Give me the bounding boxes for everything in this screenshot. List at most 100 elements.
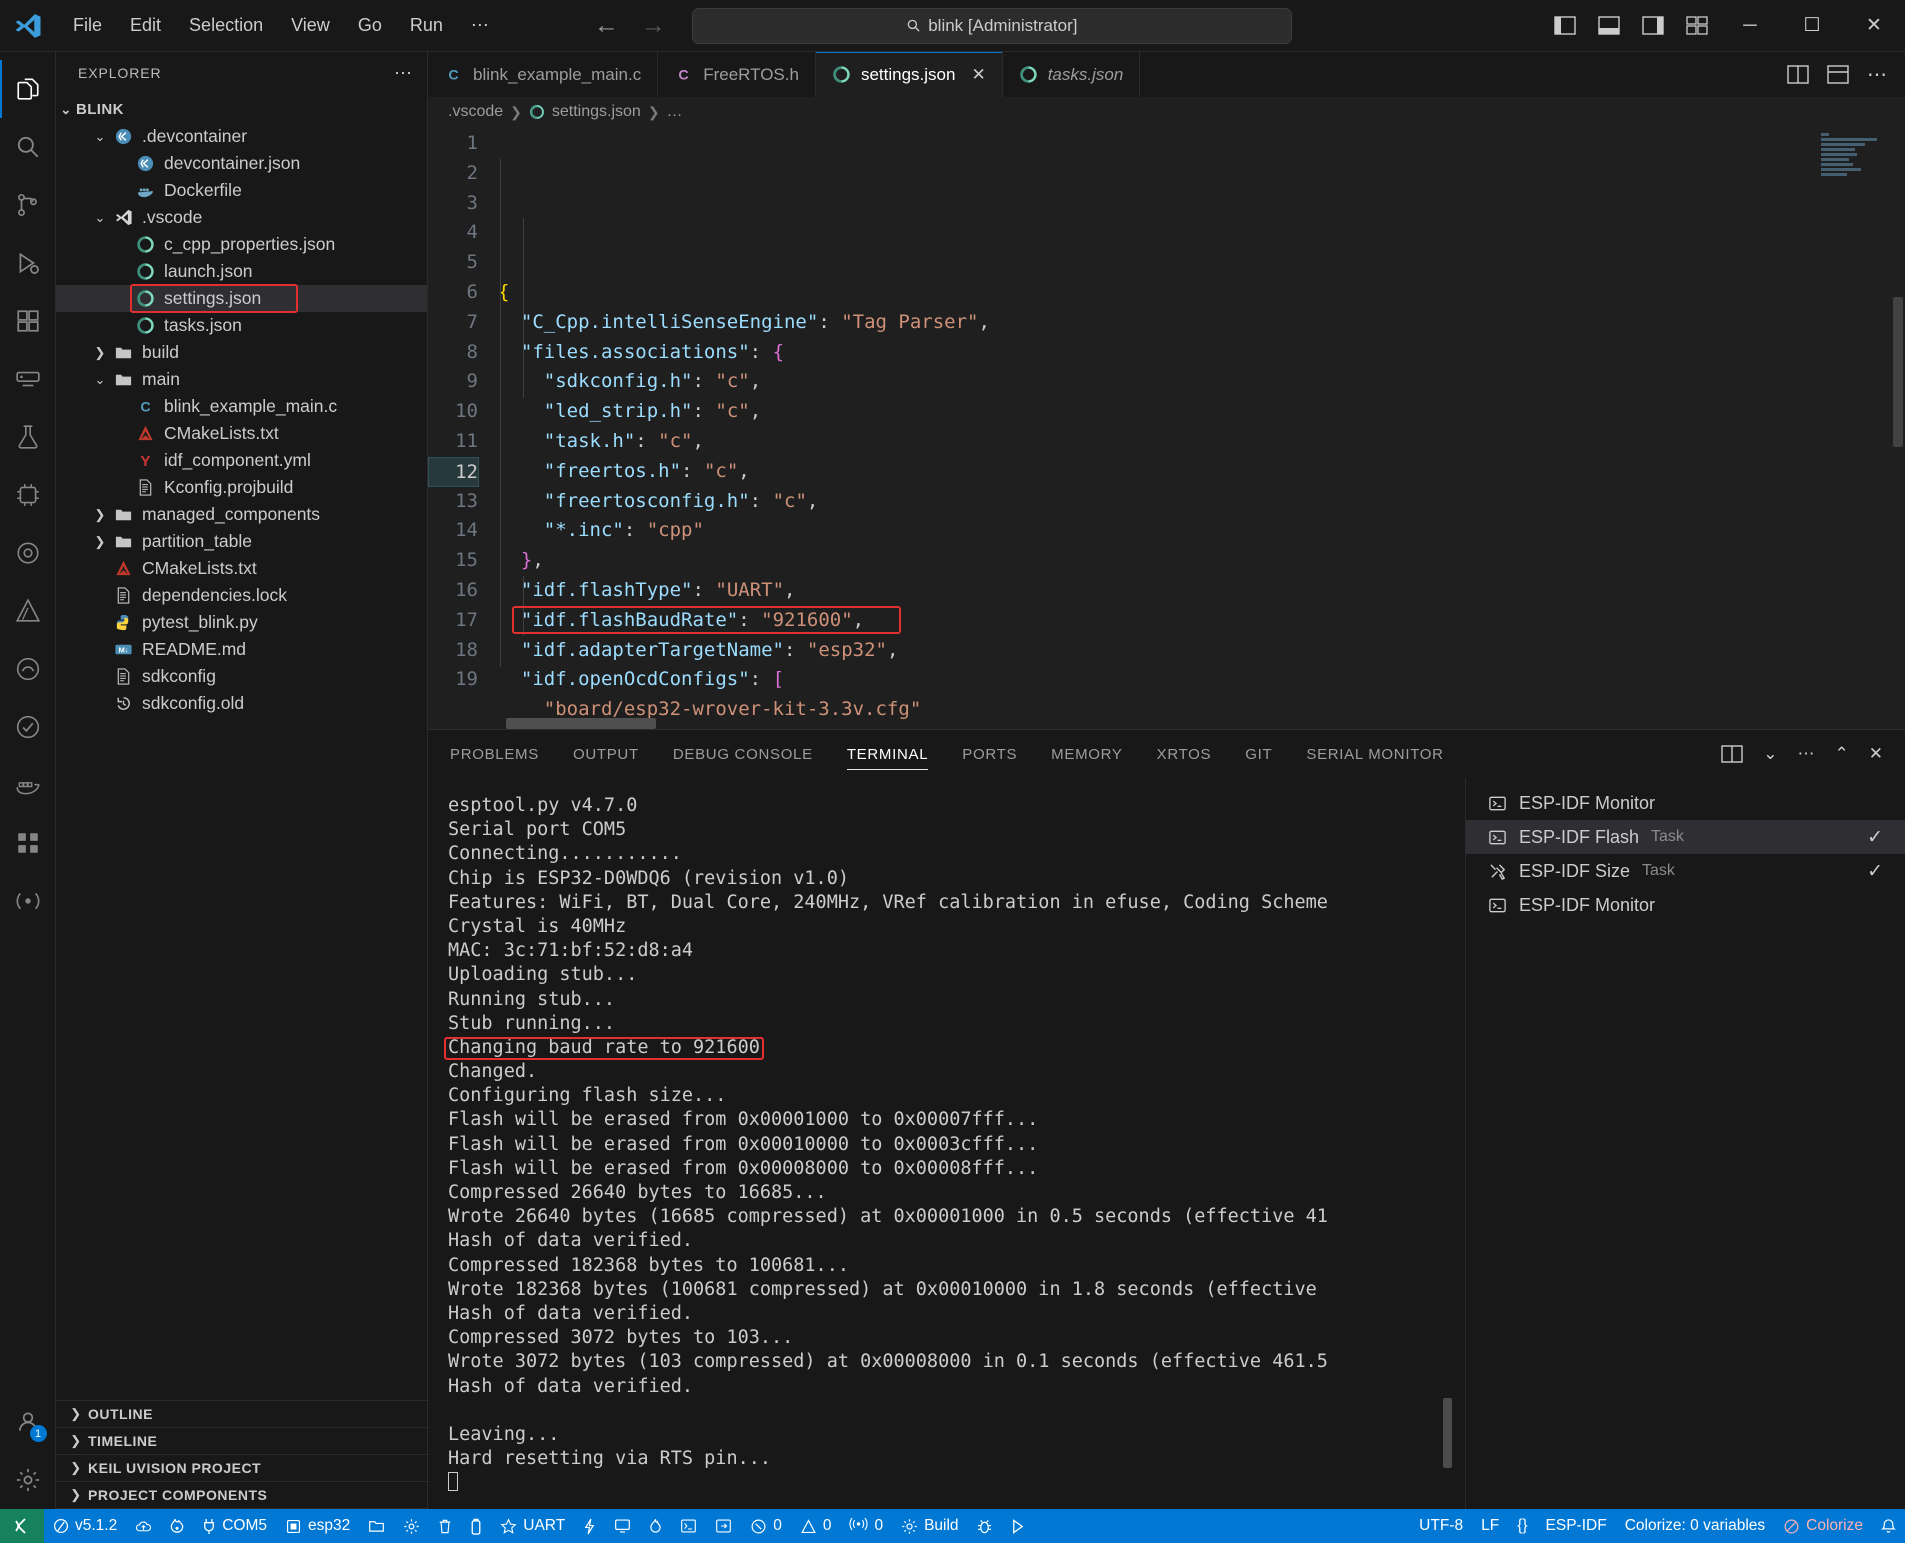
panel-tab-memory[interactable]: MEMORY [1051,730,1122,778]
accounts-icon[interactable]: 1 [0,1393,56,1451]
status-idf-terminal[interactable] [671,1509,706,1543]
tree-file-launch-json[interactable]: launch.json [56,258,427,285]
serial-monitor-icon[interactable] [0,872,56,930]
status-cmake-build[interactable]: Build [892,1509,967,1543]
explorer-icon[interactable] [0,60,56,118]
toggle-secondary-sidebar-icon[interactable] [1633,8,1673,44]
menu-run[interactable]: Run [397,10,456,41]
editor-vertical-scrollbar[interactable] [1891,127,1905,729]
status-idf-version[interactable]: v5.1.2 [44,1509,126,1543]
tree-folder-main[interactable]: ⌄ main [56,366,427,393]
customize-layout-icon[interactable] [1677,8,1717,44]
status-esp-idf-status[interactable]: ESP-IDF [1537,1509,1616,1543]
more-actions-icon[interactable]: ⋯ [1867,62,1887,87]
status-idf-monitor[interactable] [605,1509,640,1543]
espressif-idf-icon[interactable] [0,466,56,524]
tree-folder-build[interactable]: ❯ build [56,339,427,366]
extensions-icon[interactable] [0,292,56,350]
status-idf-export[interactable] [706,1509,741,1543]
editor-tab-tasks-json[interactable]: tasks.json [1002,52,1141,97]
tree-file-devcontainer-json[interactable]: devcontainer.json [56,150,427,177]
menu-more[interactable]: ⋯ [458,10,502,41]
status-idf-open-docs[interactable] [126,1509,161,1543]
status-idf-menuconfig[interactable] [394,1509,429,1543]
run-and-debug-icon[interactable] [0,234,56,292]
menu-go[interactable]: Go [345,10,395,41]
status-idf-port[interactable]: COM5 [193,1509,276,1543]
tree-file-tasks-json[interactable]: tasks.json [56,312,427,339]
code-content[interactable]: { "C_Cpp.intelliSenseEngine": "Tag Parse… [498,129,1905,729]
platformio-icon[interactable] [0,640,56,698]
tree-folder--vscode[interactable]: ⌄ .vscode [56,204,427,231]
extensions-grid-icon[interactable] [0,814,56,872]
tree-folder--devcontainer[interactable]: ⌄ .devcontainer [56,123,427,150]
panel-tab-terminal[interactable]: TERMINAL [846,730,929,778]
split-terminal-icon[interactable] [1721,745,1743,763]
status-idf-device[interactable] [461,1509,491,1543]
maximize-button[interactable]: ☐ [1783,0,1841,52]
docker-icon[interactable] [0,756,56,814]
panel-tab-xrtos[interactable]: XRTOS [1157,730,1212,778]
status-language-mode[interactable]: {} [1508,1509,1536,1543]
panel-tab-serial-monitor[interactable]: SERIAL MONITOR [1306,730,1443,778]
editor-tab-settings-json[interactable]: settings.json ✕ [815,52,1003,97]
tree-file-dockerfile[interactable]: Dockerfile [56,177,427,204]
sidebar-section-keil-uvision-project[interactable]: ❯ KEIL UVISION PROJECT [56,1455,427,1482]
status-warnings-count[interactable]: 0 [791,1509,841,1543]
open-changes-icon[interactable] [1827,65,1849,84]
code-editor[interactable]: 1 2 3 4 5 6 7 8 9 10 11 12 13 14 15 16 17 18 19 { "C_Cpp.i… [428,127,1905,729]
close-panel-icon[interactable]: ✕ [1869,744,1883,764]
source-control-icon[interactable] [0,176,56,234]
testing-icon[interactable] [0,408,56,466]
status-cmake-launch[interactable] [1001,1509,1034,1543]
panel-tab-debug-console[interactable]: DEBUG CONSOLE [673,730,813,778]
tree-file-cmakelists-txt[interactable]: CMakeLists.txt [56,420,427,447]
sidebar-section-outline[interactable]: ❯ OUTLINE [56,1401,427,1428]
more-actions-icon[interactable]: ⋯ [1798,744,1815,764]
breadcrumb-folder[interactable]: .vscode [448,103,503,121]
panel-tab-problems[interactable]: PROBLEMS [450,730,539,778]
todo-tree-icon[interactable] [0,698,56,756]
tree-file-sdkconfig[interactable]: sdkconfig [56,663,427,690]
editor-tab-close-icon[interactable]: ✕ [971,65,985,85]
tree-file-sdkconfig-old[interactable]: sdkconfig.old [56,690,427,717]
terminal-tab-item[interactable]: ESP-IDF Flash Task ✓ [1466,820,1905,854]
tree-folder-managed-components[interactable]: ❯ managed_components [56,501,427,528]
status-colorize-variables[interactable]: Colorize: 0 variables [1616,1509,1774,1543]
tree-folder-partition-table[interactable]: ❯ partition_table [56,528,427,555]
menu-selection[interactable]: Selection [176,10,276,41]
sidebar-section-timeline[interactable]: ❯ TIMELINE [56,1428,427,1455]
status-encoding[interactable]: UTF-8 [1410,1509,1472,1543]
tree-file-readme-md[interactable]: M↓ README.md [56,636,427,663]
peripheral-view-icon[interactable] [0,524,56,582]
status-idf-debug[interactable] [640,1509,671,1543]
panel-tab-output[interactable]: OUTPUT [573,730,639,778]
tree-file-cmakelists-txt[interactable]: CMakeLists.txt [56,555,427,582]
status-idf-flash[interactable] [574,1509,605,1543]
terminal-tab-item[interactable]: ESP-IDF Monitor [1466,786,1905,820]
arrow-right-icon[interactable]: → [641,11,666,40]
menu-edit[interactable]: Edit [117,10,174,41]
arrow-left-icon[interactable]: ← [594,11,619,40]
breadcrumb-file[interactable]: settings.json [552,103,641,121]
tree-file-blink-example-main-c[interactable]: Cblink_example_main.c [56,393,427,420]
command-center-search[interactable]: blink [Administrator] [691,7,1292,44]
status-ports-forwarded[interactable]: 0 [840,1509,892,1543]
status-colorize-toggle[interactable]: Colorize [1774,1509,1872,1543]
search-icon[interactable] [0,118,56,176]
terminal-scrollbar[interactable] [1441,778,1455,1509]
status-eol[interactable]: LF [1472,1509,1508,1543]
status-idf-serial-flash[interactable] [161,1509,193,1543]
maximize-panel-icon[interactable]: ⌃ [1835,744,1849,764]
editor-horizontal-scrollbar[interactable] [506,718,656,729]
terminal-output[interactable]: esptool.py v4.7.0 Serial port COM5 Connect… [428,778,1465,1509]
menu-file[interactable]: File [60,10,115,41]
breadcrumb-symbols[interactable]: … [667,103,683,121]
terminal-tab-item[interactable]: ESP-IDF Monitor [1466,888,1905,922]
minimize-button[interactable]: ─ [1721,0,1779,52]
minimap[interactable] [1817,131,1891,225]
editor-tab-freertos-h[interactable]: C FreeRTOS.h [658,52,816,97]
sidebar-more-actions-icon[interactable]: ⋯ [394,63,413,84]
tree-file-dependencies-lock[interactable]: dependencies.lock [56,582,427,609]
status-idf-open-project[interactable] [359,1509,394,1543]
